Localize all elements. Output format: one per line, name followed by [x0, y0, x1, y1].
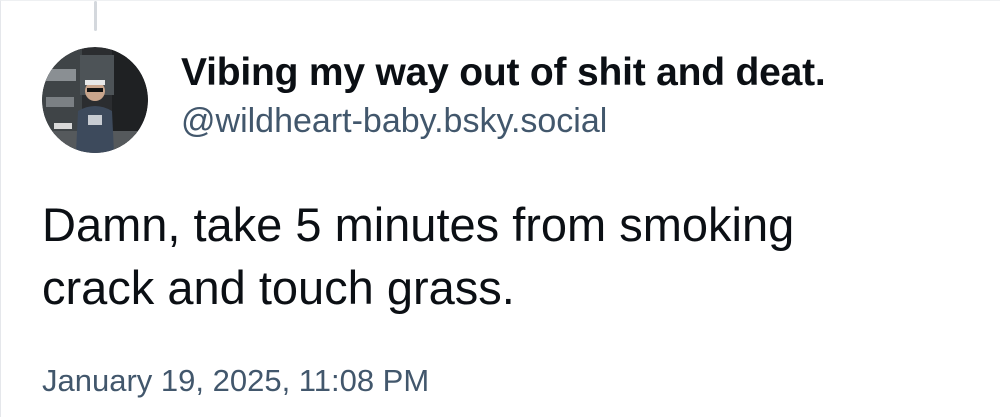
author-info: Vibing my way out of shit and deat. @wil… [181, 49, 994, 143]
post-text-line: crack and touch grass. [42, 261, 515, 314]
post-card: Vibing my way out of shit and deat. @wil… [0, 0, 1000, 417]
post-timestamp[interactable]: January 19, 2025, 11:08 PM [42, 361, 429, 401]
author-display-name[interactable]: Vibing my way out of shit and deat. [181, 49, 994, 97]
author-avatar[interactable] [42, 47, 148, 153]
author-handle[interactable]: @wildheart-baby.bsky.social [181, 99, 994, 143]
post-text-line: Damn, take 5 minutes from smoking [42, 198, 795, 251]
thread-connector-line [94, 1, 97, 31]
avatar-photo-icon [42, 47, 148, 153]
post-body: Damn, take 5 minutes from smoking crack … [42, 193, 982, 319]
